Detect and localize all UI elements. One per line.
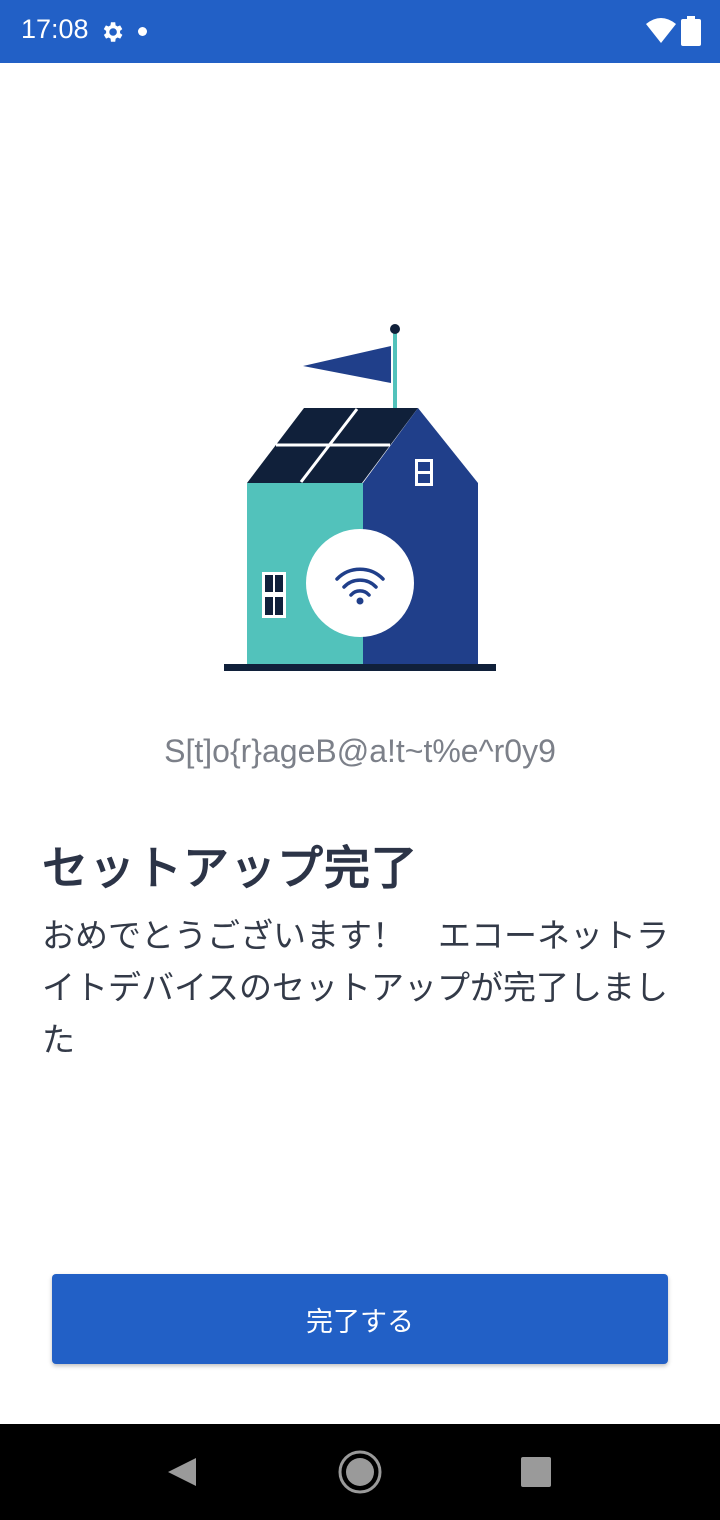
recents-icon[interactable]	[521, 1457, 551, 1487]
battery-icon	[681, 16, 701, 46]
home-icon[interactable]	[337, 1449, 383, 1495]
back-icon[interactable]	[166, 1456, 198, 1488]
status-bar: 17:08	[0, 0, 720, 63]
wifi-icon	[646, 18, 676, 43]
notification-dot-icon	[138, 27, 147, 36]
status-time: 17:08	[21, 14, 89, 44]
smart-home-illustration	[224, 324, 496, 671]
done-button[interactable]: 完了する	[52, 1274, 668, 1364]
page-title: セットアップ完了	[42, 841, 418, 895]
device-name: S[t]o{r}ageB@a!t~t%e^r0y9	[164, 733, 556, 769]
gear-icon	[103, 22, 123, 42]
setup-complete-message: おめでとうございます！ エコーネットライトデバイスのセットアップが完了しました	[42, 916, 669, 1059]
